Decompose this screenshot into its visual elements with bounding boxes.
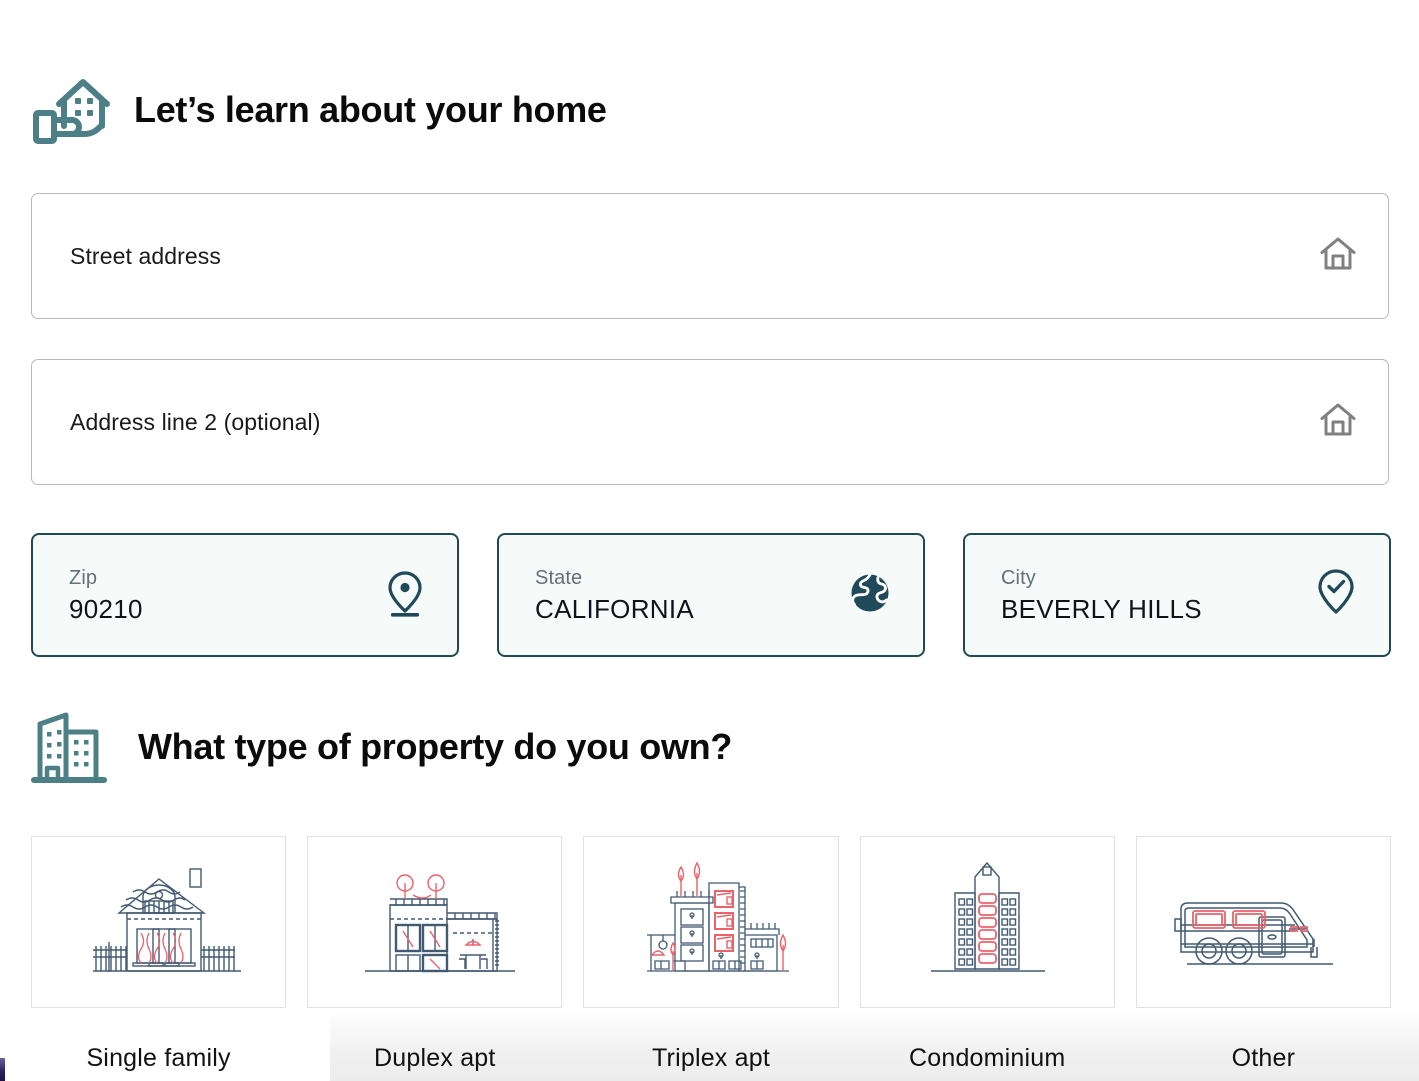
state-value: CALIFORNIA: [535, 594, 695, 624]
office-buildings-icon: [30, 702, 116, 793]
condo-tower-illustration: [931, 861, 1046, 972]
address-line-2-placeholder: Address line 2 (optional): [70, 408, 321, 435]
duplex-apt-label: Duplex apt: [374, 1044, 496, 1072]
rv-trailer-illustration: [1174, 902, 1334, 965]
property-option-condominium[interactable]: Condominium: [859, 836, 1115, 1073]
page-title: Let’s learn about your home: [134, 89, 607, 130]
page-edge-indicator: [0, 1058, 5, 1081]
single-family-house-illustration: [92, 868, 241, 972]
home-outline-icon: [1316, 232, 1360, 281]
triplex-apt-card[interactable]: [583, 836, 839, 1008]
city-field[interactable]: City BEVERLY HILLS: [963, 533, 1391, 657]
duplex-apt-card[interactable]: [307, 836, 563, 1008]
home-section-heading: Let’s learn about your home: [30, 66, 607, 154]
city-value: BEVERLY HILLS: [1001, 594, 1202, 624]
property-section-heading: What type of property do you own?: [30, 702, 732, 792]
property-intake-form: Let’s learn about your home Street addre…: [0, 0, 1419, 1081]
city-text: City BEVERLY HILLS: [1001, 568, 1202, 622]
state-field[interactable]: State CALIFORNIA: [497, 533, 925, 657]
map-pin-check-icon: [1313, 567, 1359, 624]
zip-field[interactable]: Zip 90210: [31, 533, 459, 657]
other-card[interactable]: [1135, 836, 1392, 1008]
globe-icon: [847, 570, 893, 621]
location-fields-row: Zip 90210 State CALIFORNIA City BEVERLY …: [31, 533, 1391, 657]
condominium-card[interactable]: [859, 836, 1115, 1008]
address-line-2-input[interactable]: Address line 2 (optional): [31, 359, 1389, 485]
triplex-building-illustration: [647, 861, 789, 972]
triplex-apt-label: Triplex apt: [652, 1044, 770, 1072]
zip-label: Zip: [69, 567, 98, 589]
property-question-title: What type of property do you own?: [138, 726, 733, 767]
single-family-label: Single family: [86, 1044, 231, 1072]
street-address-placeholder: Street address: [70, 242, 221, 269]
state-text: State CALIFORNIA: [535, 568, 694, 622]
property-option-other[interactable]: Other: [1135, 836, 1392, 1073]
property-type-options: Single family Duplex apt Triplex apt Con…: [31, 836, 1392, 1073]
property-option-triplex-apt[interactable]: Triplex apt: [583, 836, 839, 1073]
state-label: State: [535, 567, 583, 589]
property-option-single-family[interactable]: Single family: [31, 836, 287, 1073]
single-family-card[interactable]: [31, 836, 287, 1008]
property-option-duplex-apt[interactable]: Duplex apt: [307, 836, 563, 1073]
zip-value: 90210: [69, 594, 143, 624]
street-address-input[interactable]: Street address: [31, 193, 1389, 319]
condominium-label: Condominium: [908, 1044, 1066, 1072]
duplex-building-illustration: [364, 874, 515, 973]
house-in-hand-icon: [30, 68, 112, 153]
zip-text: Zip 90210: [69, 568, 143, 622]
other-label: Other: [1231, 1044, 1296, 1072]
city-label: City: [1001, 567, 1036, 589]
home-outline-icon: [1316, 398, 1360, 447]
map-pin-icon: [383, 568, 427, 623]
